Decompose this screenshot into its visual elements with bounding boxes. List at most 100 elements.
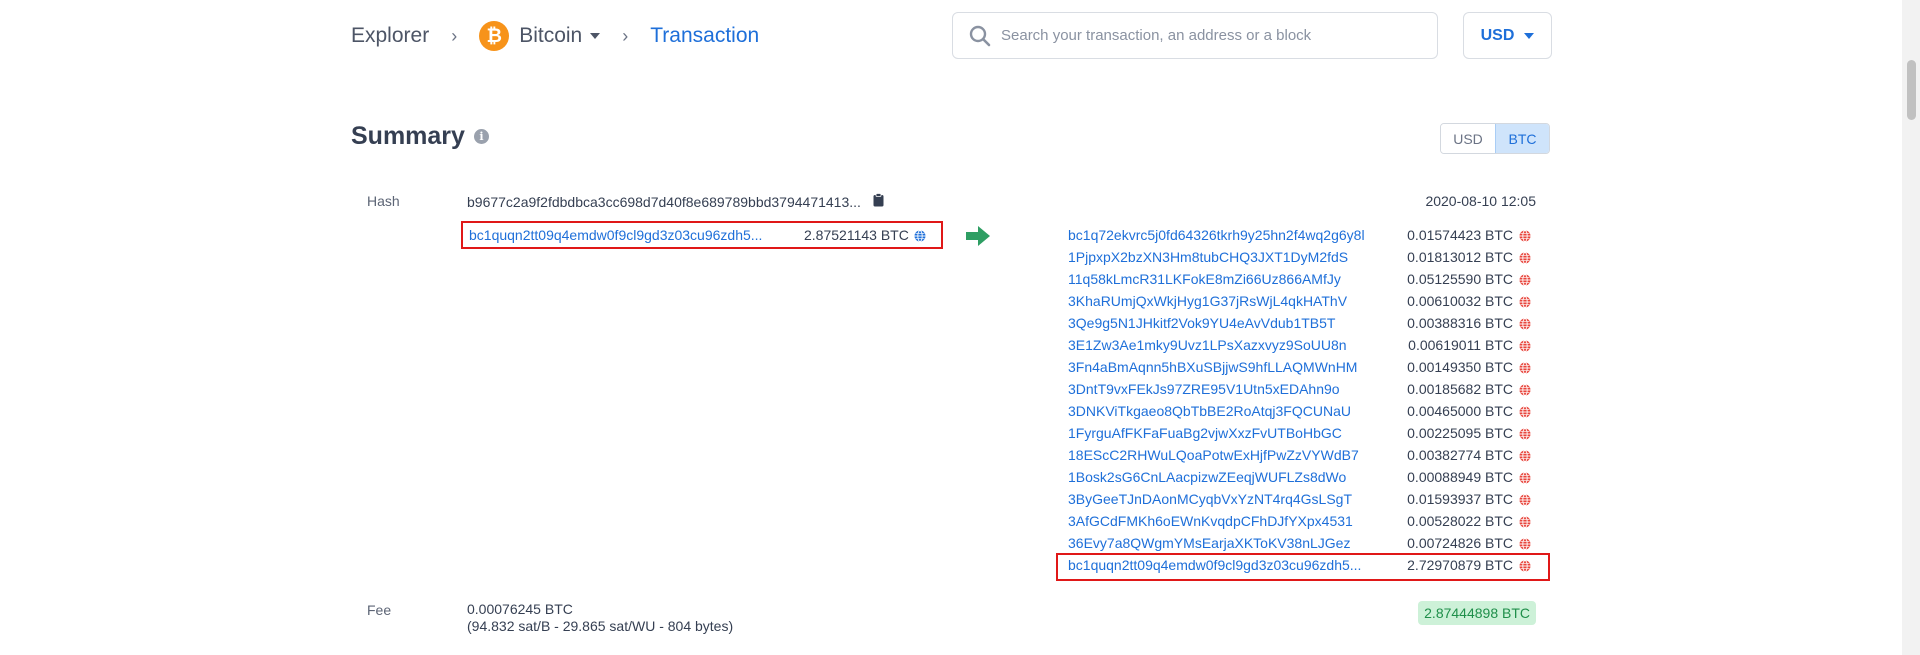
fee-amount: 0.00076245 BTC [467,601,573,617]
output-amount: 0.00724826 BTC [1407,535,1513,551]
output-address-link[interactable]: 3DNKViTkgaeo8QbTbBE2RoAtqj3FQCUNaU [1068,403,1396,419]
output-row: 3ByGeeTJnDAonMCyqbVxYzNT4rq4GsLSgT 0.0159… [1068,488,1536,510]
globe-icon[interactable] [914,229,926,242]
unit-toggle: USD BTC [1440,123,1550,154]
search-input[interactable] [1001,27,1421,44]
tx-timestamp: 2020-08-10 12:05 [1425,193,1536,209]
output-row: 3Fn4aBmAqnn5hBXuSBjjwS9hfLLAQMWnHM 0.0014… [1068,356,1536,378]
globe-icon[interactable] [1519,339,1531,352]
output-row: 1FyrguAfFKFaFuaBg2vjwXxzFvUTBoHbGC 0.0022… [1068,422,1536,444]
unit-btc-button[interactable]: BTC [1495,124,1549,153]
output-amount: 0.00610032 BTC [1407,293,1513,309]
output-address-link[interactable]: bc1q72ekvrc5j0fd64326tkrh9y25hn2f4wq2g6y… [1068,227,1396,243]
output-address-link[interactable]: 18EScC2RHWuLQoaPotwExHjfPwZzVYWdB7 [1068,447,1396,463]
arrow-right-icon [966,226,990,251]
output-row: 18EScC2RHWuLQoaPotwExHjfPwZzVYWdB7 0.0038… [1068,444,1536,466]
output-amount: 0.00465000 BTC [1407,403,1513,419]
chevron-down-icon [590,33,601,39]
output-amount: 0.00388316 BTC [1407,315,1513,331]
info-icon[interactable]: i [473,129,489,144]
output-address-link[interactable]: 3KhaRUmjQxWkjHyg1G37jRsWjL4qkHAThV [1068,293,1396,309]
scrollbar-thumb[interactable] [1907,60,1916,120]
output-address-link[interactable]: 1FyrguAfFKFaFuaBg2vjwXxzFvUTBoHbGC [1068,425,1396,441]
globe-icon[interactable] [1519,361,1531,374]
output-address-link[interactable]: 3AfGCdFMKh6oEWnKvqdpCFhDJfYXpx4531 [1068,513,1396,529]
globe-icon[interactable] [1519,515,1531,528]
tx-fee: 0.00076245 BTC (94.832 sat/B - 29.865 sa… [467,601,733,635]
input-amount: 2.87521143 BTC [804,227,909,243]
output-row: 1Bosk2sG6CnLAacpizwZEeqjWUFLZs8dWo 0.0008… [1068,466,1536,488]
globe-icon[interactable] [1519,295,1531,308]
output-row: bc1quqn2tt09q4emdw0f9cl9gd3z03cu96zdh5..… [1056,553,1550,581]
tx-hash-value: b9677c2a9f2fdbdbca3cc698d7d40f8e689789bb… [467,193,861,210]
currency-selected-label: USD [1480,26,1515,44]
breadcrumb: Explorer › ₿ Bitcoin › Transaction [351,21,759,51]
fee-label: Fee [367,602,392,618]
breadcrumb-separator-icon: › [451,25,458,46]
output-row: 3E1Zw3Ae1mky9Uvz1LPsXazxvyz9SoUU8n 0.0061… [1068,334,1536,356]
output-amount: 0.00619011 BTC [1408,337,1513,353]
output-row: 3Qe9g5N1JHkitf2Vok9YU4eAvVdub1TB5T 0.0038… [1068,312,1536,334]
output-amount: 2.72970879 BTC [1407,557,1513,573]
output-row: 3DntT9vxFEkJs97ZRE95V1Utn5xEDAhn9o 0.0018… [1068,378,1536,400]
breadcrumb-explorer[interactable]: Explorer [351,24,429,48]
output-row: 1PjpxpX2bzXN3Hm8tubCHQ3JXT1DyM2fdS 0.0181… [1068,246,1536,268]
output-row: bc1q72ekvrc5j0fd64326tkrh9y25hn2f4wq2g6y… [1068,224,1536,246]
scrollbar[interactable] [1902,0,1920,655]
output-address-link[interactable]: 36Evy7a8QWgmYMsEarjaXKToKV38nLJGez [1068,535,1396,551]
output-row: 3KhaRUmjQxWkjHyg1G37jRsWjL4qkHAThV 0.0061… [1068,290,1536,312]
output-row: 11q58kLmcR31LKFokE8mZi66Uz866AMfJy 0.0512… [1068,268,1536,290]
fee-detail: (94.832 sat/B - 29.865 sat/WU - 804 byte… [467,618,734,634]
output-address-link[interactable]: 3DntT9vxFEkJs97ZRE95V1Utn5xEDAhn9o [1068,381,1396,397]
output-address-link[interactable]: 1Bosk2sG6CnLAacpizwZEeqjWUFLZs8dWo [1068,469,1396,485]
currency-dropdown[interactable]: USD [1463,12,1552,59]
chevron-down-icon [1524,32,1535,39]
breadcrumb-coin: Bitcoin [519,24,583,47]
output-amount: 0.00088949 BTC [1407,469,1513,485]
globe-icon[interactable] [1519,471,1531,484]
output-row: 3AfGCdFMKh6oEWnKvqdpCFhDJfYXpx4531 0.0052… [1068,510,1536,532]
globe-icon[interactable] [1519,229,1531,242]
output-amount: 0.00149350 BTC [1407,359,1513,375]
globe-icon[interactable] [1519,273,1531,286]
output-amount: 0.01593937 BTC [1407,491,1513,507]
coin-selector[interactable]: ₿ Bitcoin [479,21,601,51]
breadcrumb-separator-icon: › [622,25,629,46]
hash-label: Hash [367,193,400,209]
clipboard-icon[interactable] [873,193,884,210]
globe-icon[interactable] [1519,383,1531,396]
globe-icon[interactable] [1519,317,1531,330]
output-amount: 0.00528022 BTC [1407,513,1513,529]
input-address-link[interactable]: bc1quqn2tt09q4emdw0f9cl9gd3z03cu96zdh5..… [469,227,799,243]
output-address-link[interactable]: 1PjpxpX2bzXN3Hm8tubCHQ3JXT1DyM2fdS [1068,249,1396,265]
output-amount: 0.00185682 BTC [1407,381,1513,397]
total-amount-badge: 2.87444898 BTC [1418,601,1536,625]
globe-icon[interactable] [1519,537,1531,550]
output-address-link[interactable]: 3Fn4aBmAqnn5hBXuSBjjwS9hfLLAQMWnHM [1068,359,1396,375]
output-address-link[interactable]: 3E1Zw3Ae1mky9Uvz1LPsXazxvyz9SoUU8n [1068,337,1396,353]
search-box[interactable] [952,12,1438,59]
output-amount: 0.00382774 BTC [1407,447,1513,463]
search-icon [969,25,991,47]
output-row: 36Evy7a8QWgmYMsEarjaXKToKV38nLJGez 0.0072… [1068,532,1536,554]
output-address-link[interactable]: bc1quqn2tt09q4emdw0f9cl9gd3z03cu96zdh5..… [1068,557,1396,573]
globe-icon[interactable] [1519,449,1531,462]
globe-icon[interactable] [1519,251,1531,264]
unit-usd-button[interactable]: USD [1441,124,1495,153]
output-amount: 0.01574423 BTC [1407,227,1513,243]
output-amount: 0.05125590 BTC [1407,271,1513,287]
tx-outputs: bc1q72ekvrc5j0fd64326tkrh9y25hn2f4wq2g6y… [1056,224,1550,581]
breadcrumb-transaction[interactable]: Transaction [650,24,759,48]
page-title: Summary i [351,122,489,151]
output-address-link[interactable]: 3Qe9g5N1JHkitf2Vok9YU4eAvVdub1TB5T [1068,315,1396,331]
globe-icon[interactable] [1519,427,1531,440]
output-row: 3DNKViTkgaeo8QbTbBE2RoAtqj3FQCUNaU 0.0046… [1068,400,1536,422]
globe-icon[interactable] [1519,405,1531,418]
output-amount: 0.01813012 BTC [1407,249,1513,265]
output-address-link[interactable]: 11q58kLmcR31LKFokE8mZi66Uz866AMfJy [1068,271,1396,287]
output-address-link[interactable]: 3ByGeeTJnDAonMCyqbVxYzNT4rq4GsLSgT [1068,491,1396,507]
globe-icon[interactable] [1519,559,1531,572]
bitcoin-logo-icon: ₿ [479,21,510,51]
globe-icon[interactable] [1519,493,1531,506]
output-amount: 0.00225095 BTC [1407,425,1513,441]
